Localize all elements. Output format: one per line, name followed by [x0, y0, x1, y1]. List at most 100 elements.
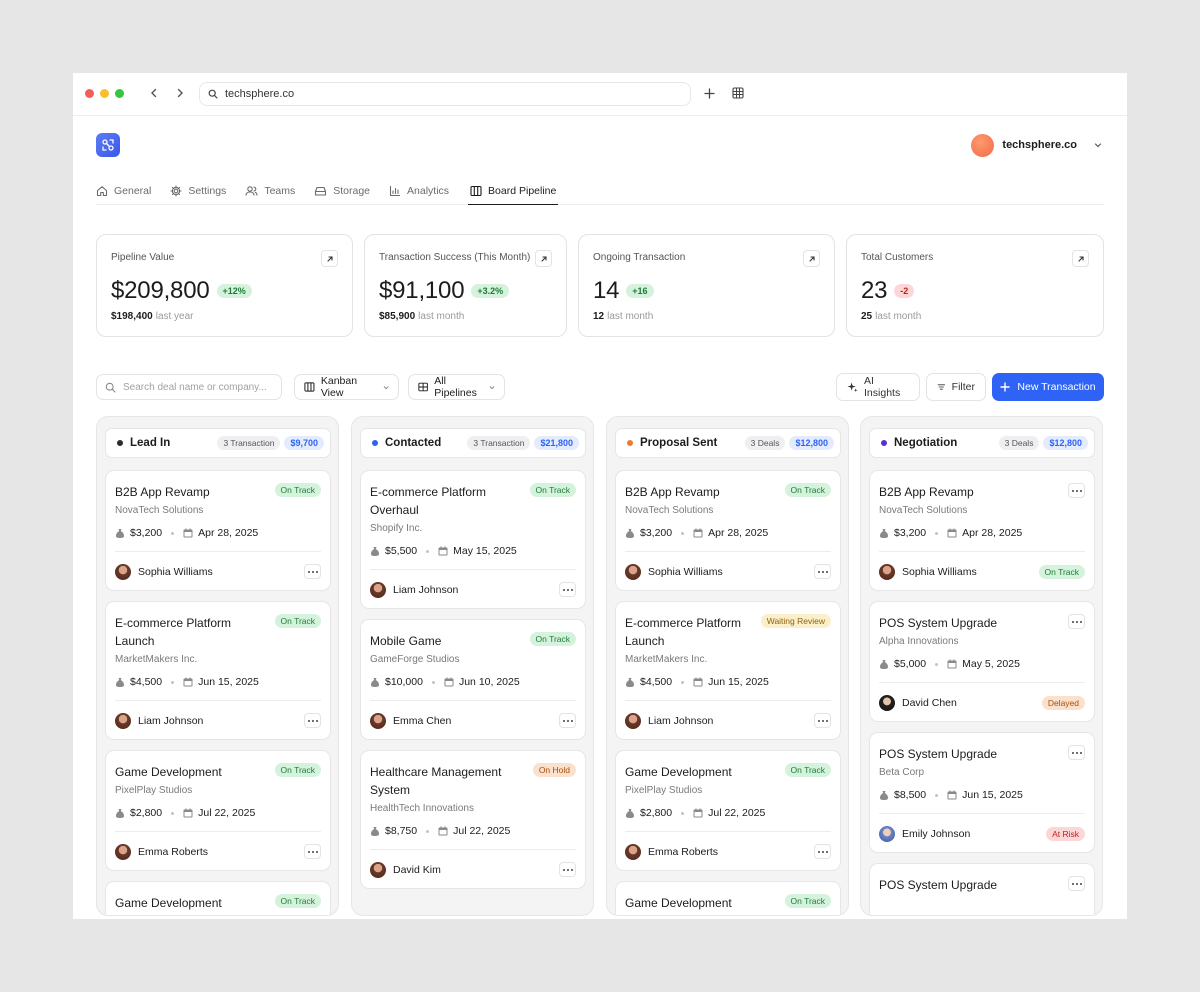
- avatar: [879, 564, 895, 580]
- arrow-up-right-icon[interactable]: [803, 250, 820, 267]
- app-logo[interactable]: [96, 133, 120, 157]
- money-bag-icon: [371, 677, 379, 687]
- chevron-down-icon: [383, 385, 389, 389]
- avatar: [879, 695, 895, 711]
- calendar-icon: [438, 546, 448, 556]
- deal-card[interactable]: POS System Upgrade: [869, 863, 1095, 915]
- assignee-name: Emma Chen: [393, 715, 452, 727]
- metric-card-pipeline-value[interactable]: Pipeline Value $209,800 +12% $198,400 las…: [96, 234, 353, 337]
- deal-card[interactable]: B2B App Revamp NovaTech Solutions $3,200…: [869, 470, 1095, 591]
- metric-card-transaction-success[interactable]: Transaction Success (This Month) $91,100…: [364, 234, 567, 337]
- more-options-button[interactable]: [814, 713, 831, 728]
- arrow-up-right-icon[interactable]: [535, 250, 552, 267]
- metric-label: Total Customers: [861, 252, 934, 263]
- more-options-button[interactable]: [1068, 614, 1085, 629]
- deal-date: Apr 28, 2025: [198, 527, 259, 539]
- ai-insights-button[interactable]: AI Insights: [836, 373, 920, 401]
- deal-card[interactable]: POS System Upgrade Alpha Innovations $5,…: [869, 601, 1095, 722]
- more-options-button[interactable]: [1068, 876, 1085, 891]
- column-amount: $12,800: [789, 436, 834, 450]
- calendar-icon: [693, 677, 703, 687]
- tab-settings[interactable]: Settings: [170, 183, 226, 205]
- more-options-button[interactable]: [304, 564, 321, 579]
- more-options-button[interactable]: [814, 564, 831, 579]
- deal-card[interactable]: B2B App Revamp On Track NovaTech Solutio…: [105, 470, 331, 591]
- more-options-button[interactable]: [1068, 745, 1085, 760]
- deal-date: Jun 15, 2025: [198, 676, 259, 688]
- new-tab-plus-icon[interactable]: [701, 85, 717, 101]
- tab-board-pipeline[interactable]: Board Pipeline: [468, 183, 559, 205]
- search-input[interactable]: [123, 381, 273, 393]
- maximize-window-button[interactable]: [115, 89, 124, 98]
- deal-company: Alpha Innovations: [879, 636, 959, 647]
- deal-title: Mobile Game: [370, 634, 442, 648]
- deal-card[interactable]: Game Development On Track: [105, 881, 331, 915]
- metric-value: $209,800: [111, 277, 210, 304]
- forward-arrow-icon[interactable]: [171, 84, 189, 102]
- minimize-window-button[interactable]: [100, 89, 109, 98]
- deal-card[interactable]: Healthcare Management System On Hold Hea…: [360, 750, 586, 889]
- view-dropdown[interactable]: Kanban View: [294, 374, 399, 400]
- deal-card[interactable]: Game Development On Track PixelPlay Stud…: [615, 750, 841, 871]
- more-options-button[interactable]: [1068, 483, 1085, 498]
- tab-analytics[interactable]: Analytics: [389, 183, 449, 205]
- tab-storage[interactable]: Storage: [314, 183, 370, 205]
- tab-grid-icon[interactable]: [730, 85, 746, 101]
- assignee-name: Sophia Williams: [902, 566, 977, 578]
- previous-label: last year: [155, 311, 194, 322]
- more-options-button[interactable]: [304, 844, 321, 859]
- deal-card[interactable]: B2B App Revamp On Track NovaTech Solutio…: [615, 470, 841, 591]
- deal-title: E-commerce Platform Launch: [625, 616, 742, 648]
- metric-card-ongoing-transaction[interactable]: Ongoing Transaction 14 +16 12 last month: [578, 234, 835, 337]
- deal-card[interactable]: Game Development On Track PixelPlay Stud…: [105, 750, 331, 871]
- deal-amount: $10,000: [385, 676, 423, 688]
- deal-amount: $8,500: [894, 789, 927, 801]
- close-window-button[interactable]: [85, 89, 94, 98]
- column-title: Contacted: [385, 437, 442, 449]
- home-icon: [96, 186, 108, 197]
- deal-card[interactable]: E-commerce Platform Launch Waiting Revie…: [615, 601, 841, 740]
- filter-button[interactable]: Filter: [926, 373, 986, 401]
- sparkle-icon: [847, 382, 858, 393]
- pipelines-dropdown[interactable]: All Pipelines: [408, 374, 505, 400]
- avatar: [971, 133, 995, 157]
- previous-value: $85,900: [379, 311, 416, 322]
- deal-card[interactable]: E-commerce Platform Launch On Track Mark…: [105, 601, 331, 740]
- deal-company: PixelPlay Studios: [625, 785, 703, 796]
- assignee-name: Emily Johnson: [902, 828, 971, 840]
- more-options-button[interactable]: [559, 582, 576, 597]
- deal-card[interactable]: Mobile Game On Track GameForge Studios $…: [360, 619, 586, 740]
- arrow-up-right-icon[interactable]: [321, 250, 338, 267]
- calendar-icon: [183, 677, 193, 687]
- metrics-row: Pipeline Value $209,800 +12% $198,400 las…: [96, 234, 1104, 338]
- assignee-name: David Chen: [902, 697, 957, 709]
- deal-card[interactable]: Game Development On Track: [615, 881, 841, 915]
- new-transaction-button[interactable]: New Transaction: [992, 373, 1104, 401]
- deal-title: B2B App Revamp: [115, 485, 210, 499]
- money-bag-icon: [116, 808, 124, 818]
- deal-title: Healthcare Management System: [370, 765, 502, 797]
- address-bar[interactable]: techsphere.co: [199, 82, 691, 106]
- more-options-button[interactable]: [559, 713, 576, 728]
- account-menu[interactable]: techsphere.co: [971, 133, 1105, 157]
- deal-card[interactable]: POS System Upgrade Beta Corp $8,500 Jun …: [869, 732, 1095, 853]
- more-options-button[interactable]: [814, 844, 831, 859]
- arrow-up-right-icon[interactable]: [1072, 250, 1089, 267]
- deal-title: B2B App Revamp: [625, 485, 720, 499]
- money-bag-icon: [371, 826, 379, 836]
- tab-teams[interactable]: Teams: [245, 183, 295, 205]
- money-bag-icon: [626, 528, 634, 538]
- tab-label: Settings: [188, 185, 227, 197]
- metric-card-total-customers[interactable]: Total Customers 23 -2 25 last month: [846, 234, 1104, 337]
- more-options-button[interactable]: [304, 713, 321, 728]
- status-badge: On Track: [784, 763, 831, 777]
- status-dot: [372, 440, 378, 446]
- columns-icon: [470, 185, 482, 197]
- deal-company: MarketMakers Inc.: [625, 654, 708, 665]
- search-box[interactable]: [96, 374, 282, 400]
- more-options-button[interactable]: [559, 862, 576, 877]
- deal-card[interactable]: E-commerce Platform Overhaul On Track Sh…: [360, 470, 586, 609]
- back-arrow-icon[interactable]: [145, 84, 163, 102]
- tab-general[interactable]: General: [96, 183, 151, 205]
- tab-label: Board Pipeline: [488, 185, 557, 197]
